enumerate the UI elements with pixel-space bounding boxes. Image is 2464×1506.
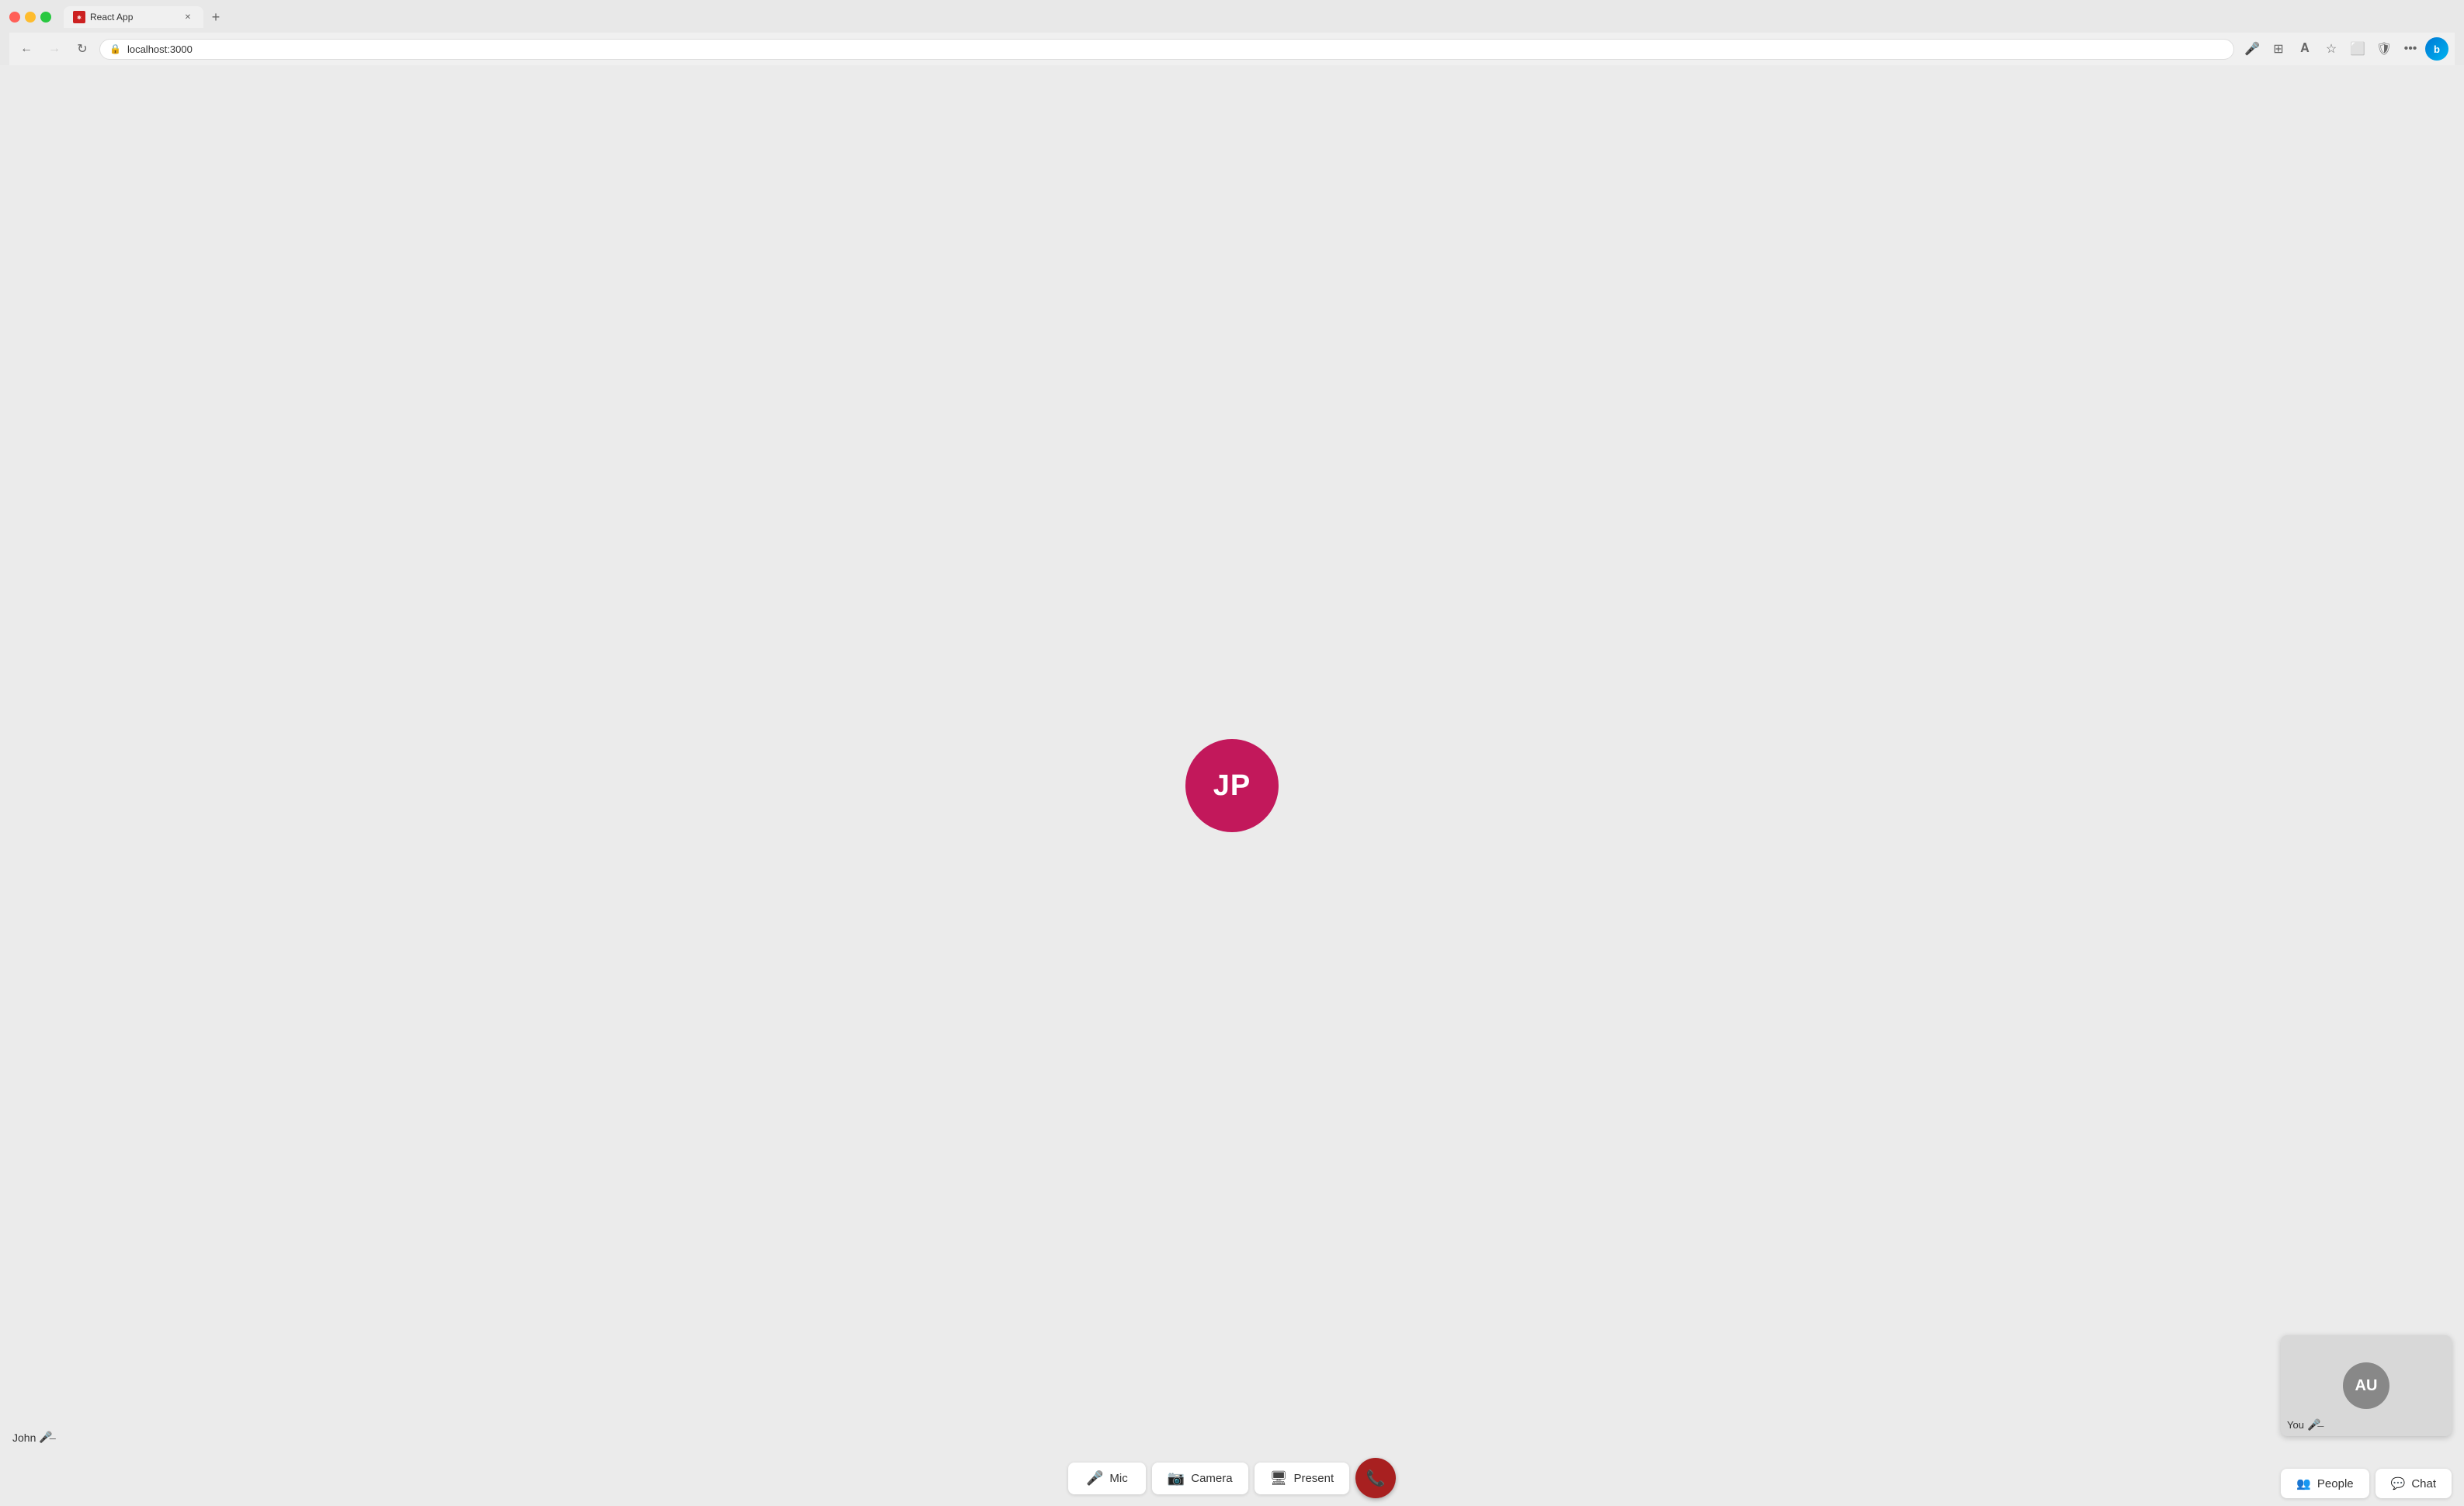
split-screen-btn[interactable]: ⬜ <box>2346 37 2369 61</box>
microphone-toolbar-btn[interactable]: 🎤 <box>2240 37 2264 61</box>
maximize-window-btn[interactable] <box>40 12 51 23</box>
camera-label: Camera <box>1191 1472 1232 1485</box>
mic-icon: 🎤 <box>1086 1470 1103 1487</box>
end-call-icon: 📞 <box>1366 1469 1386 1488</box>
present-btn[interactable]: 🖥 Present <box>1255 1463 1350 1494</box>
titlebar: ⚛ React App ✕ + <box>9 6 2455 28</box>
url-text: localhost:3000 <box>127 43 193 55</box>
end-call-btn[interactable]: 📞 <box>1355 1458 1396 1498</box>
right-controls: 👥 People 💬 Chat <box>2281 1469 2452 1498</box>
chat-btn[interactable]: 💬 Chat <box>2376 1469 2452 1498</box>
self-muted-icon: 🎤̶ <box>2307 1418 2320 1431</box>
tab-bar: ⚛ React App ✕ + <box>64 6 227 28</box>
toolbar-icons: 🎤 ⊞ 𝐀 ☆ ⬜ 🛡 ••• b <box>2240 37 2448 61</box>
self-avatar: AU <box>2343 1362 2389 1409</box>
lock-icon: 🔒 <box>109 43 121 54</box>
svg-text:⚛: ⚛ <box>77 15 82 21</box>
traffic-lights <box>9 12 51 23</box>
self-view: AU You 🎤̶ <box>2281 1335 2452 1436</box>
new-tab-btn[interactable]: + <box>205 6 227 28</box>
read-aloud-btn[interactable]: 𝐀 <box>2293 37 2317 61</box>
control-bar: 🎤 Mic 📷 Camera 🖥 Present 📞 👥 People 💬 Ch… <box>0 1450 2464 1506</box>
tab-close-btn[interactable]: ✕ <box>182 11 194 23</box>
favorites-btn[interactable]: ☆ <box>2320 37 2343 61</box>
you-label: You <box>2287 1419 2304 1431</box>
settings-btn[interactable]: ••• <box>2399 37 2422 61</box>
address-bar[interactable]: 🔒 localhost:3000 <box>99 39 2234 60</box>
main-participant-avatar: JP <box>1185 739 1279 832</box>
chat-icon: 💬 <box>2391 1477 2406 1490</box>
active-tab[interactable]: ⚛ React App ✕ <box>64 6 203 28</box>
people-btn[interactable]: 👥 People <box>2281 1469 2369 1498</box>
tab-favicon: ⚛ <box>73 11 85 23</box>
present-label: Present <box>1293 1472 1334 1485</box>
browser-chrome: ⚛ React App ✕ + ← → ↻ 🔒 localhost:3000 🎤… <box>0 0 2464 65</box>
present-icon: 🖥 <box>1270 1470 1288 1487</box>
video-main-area: JP <box>0 65 2464 1506</box>
forward-btn: → <box>43 38 65 60</box>
close-window-btn[interactable] <box>9 12 20 23</box>
camera-btn[interactable]: 📷 Camera <box>1152 1463 1248 1494</box>
camera-icon: 📷 <box>1168 1470 1185 1487</box>
app-content: JP John 🎤̶ AU You 🎤̶ 🎤 Mic 📷 Camera 🖥 Pr… <box>0 65 2464 1506</box>
extensions-btn[interactable]: ⊞ <box>2267 37 2290 61</box>
back-btn[interactable]: ← <box>16 38 37 60</box>
reload-btn[interactable]: ↻ <box>71 38 93 60</box>
mic-label: Mic <box>1109 1472 1127 1485</box>
mic-btn[interactable]: 🎤 Mic <box>1068 1463 1146 1494</box>
people-icon: 👥 <box>2296 1477 2311 1490</box>
minimize-window-btn[interactable] <box>25 12 36 23</box>
tab-title: React App <box>90 12 177 23</box>
chat-label: Chat <box>2411 1477 2436 1490</box>
browser-toolbar: ← → ↻ 🔒 localhost:3000 🎤 ⊞ 𝐀 ☆ ⬜ 🛡 ••• b <box>9 33 2455 65</box>
bing-btn[interactable]: b <box>2425 37 2448 61</box>
self-label: You 🎤̶ <box>2287 1418 2320 1431</box>
browser-essentials-btn[interactable]: 🛡 <box>2372 37 2396 61</box>
people-label: People <box>2317 1477 2354 1490</box>
